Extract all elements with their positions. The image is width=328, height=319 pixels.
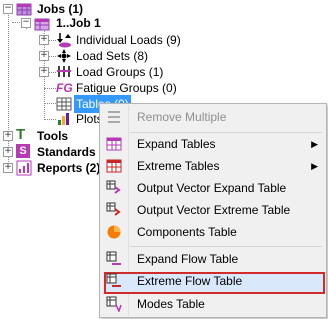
expand-tables-icon	[106, 136, 122, 152]
collapse-toggle-icon[interactable]: −	[21, 18, 31, 28]
extreme-flow-table-icon	[106, 273, 122, 289]
menu-item-output-vector-expand-table[interactable]: Output Vector Expand Table	[100, 177, 326, 199]
standards-icon: S	[16, 144, 30, 158]
remove-multiple-label: Remove Multiple	[137, 110, 227, 124]
output-vector-extreme-label: Output Vector Extreme Table	[137, 203, 291, 217]
fatigue-groups-icon: FG	[56, 81, 73, 95]
components-table-icon	[106, 224, 122, 240]
context-menu: Remove Multiple Expand Tables ▶ Extreme …	[99, 103, 327, 318]
extreme-tables-label: Extreme Tables	[137, 159, 220, 173]
menu-item-components-table[interactable]: Components Table	[100, 221, 326, 243]
menu-item-expand-flow-table[interactable]: Expand Flow Table	[100, 248, 326, 270]
components-table-label: Components Table	[137, 225, 237, 239]
menu-item-expand-tables[interactable]: Expand Tables ▶	[100, 133, 326, 155]
output-vector-expand-label: Output Vector Expand Table	[137, 181, 287, 195]
extreme-flow-table-label: Extreme Flow Table	[137, 274, 243, 288]
tree-item-reports[interactable]: + Reports (2)	[0, 159, 110, 177]
expand-toggle-icon[interactable]: +	[39, 35, 49, 45]
tools-icon: T	[16, 126, 26, 143]
tree-item-job-1[interactable]: − 1..Job 1	[0, 14, 120, 32]
modes-table-label: Modes Table	[137, 297, 205, 311]
menu-item-output-vector-extreme-table[interactable]: Output Vector Extreme Table	[100, 199, 326, 221]
menu-separator	[130, 246, 322, 247]
remove-multiple-icon	[106, 109, 122, 125]
submenu-arrow-icon: ▶	[311, 161, 318, 171]
expand-toggle-icon[interactable]: +	[3, 131, 13, 141]
expand-toggle-icon[interactable]: +	[39, 51, 49, 61]
output-vector-expand-icon	[106, 180, 122, 196]
extreme-tables-icon	[106, 158, 122, 174]
expand-toggle-icon[interactable]: +	[3, 163, 13, 173]
reports-label: Reports (2)	[37, 161, 101, 175]
menu-item-modes-table[interactable]: Modes Table	[100, 293, 326, 315]
expand-flow-table-icon	[106, 251, 122, 267]
modes-table-icon	[106, 296, 122, 313]
expand-toggle-icon[interactable]: +	[39, 67, 49, 77]
output-vector-extreme-icon	[106, 202, 122, 218]
menu-item-extreme-flow-table[interactable]: Extreme Flow Table	[100, 270, 326, 292]
expand-flow-table-label: Expand Flow Table	[137, 252, 239, 266]
collapse-toggle-icon[interactable]: −	[3, 4, 13, 14]
submenu-arrow-icon: ▶	[311, 139, 318, 149]
menu-item-extreme-tables[interactable]: Extreme Tables ▶	[100, 155, 326, 177]
expand-toggle-icon[interactable]: +	[3, 147, 13, 157]
expand-tables-label: Expand Tables	[137, 137, 216, 151]
job-1-label: 1..Job 1	[56, 16, 101, 30]
reports-icon	[16, 160, 32, 181]
menu-item-remove-multiple[interactable]: Remove Multiple	[100, 106, 326, 128]
